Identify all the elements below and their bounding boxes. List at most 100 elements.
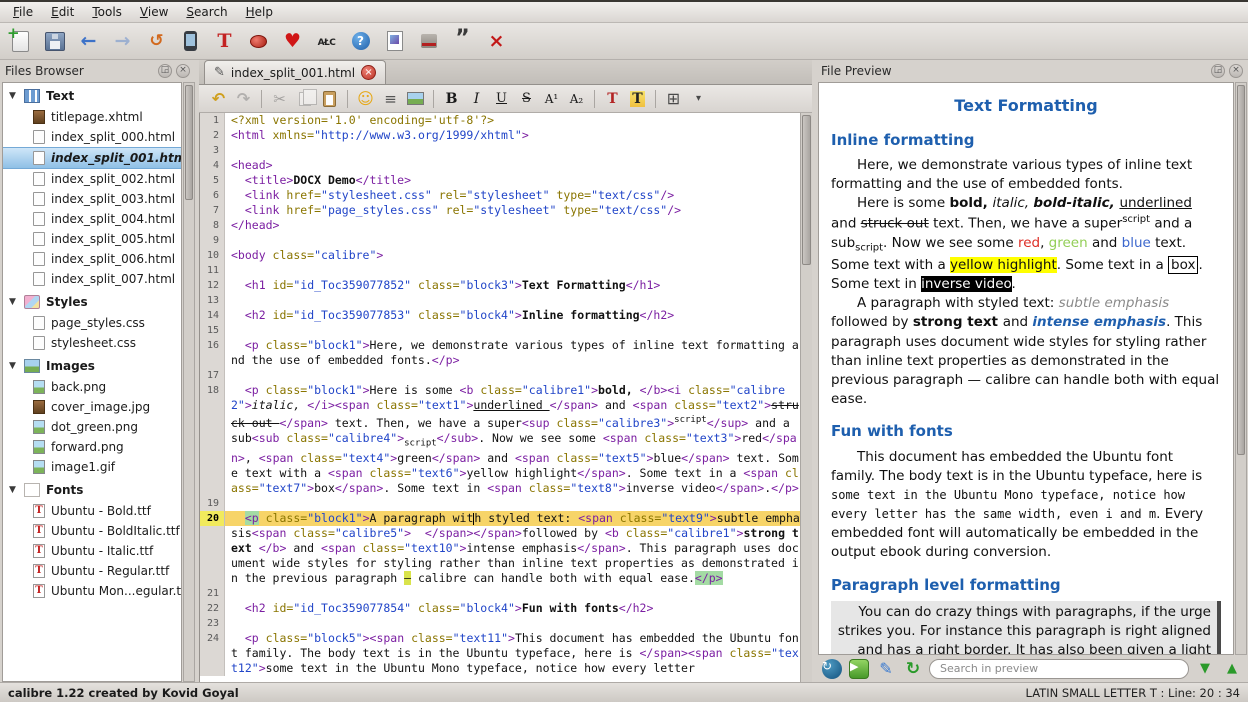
code-line[interactable]: 22 <h2 id="id_Toc359077854" class="block…: [200, 601, 800, 616]
code-line[interactable]: 24 <p class="block5"><span class="text11…: [200, 631, 800, 676]
code-editor[interactable]: 1<?xml version='1.0' encoding='utf-8'?>2…: [199, 113, 812, 682]
edit-toc-icon[interactable]: T: [210, 27, 239, 55]
code-line-text[interactable]: [225, 263, 800, 278]
check-book-icon[interactable]: [244, 27, 273, 55]
spell-check-icon[interactable]: AŁC: [312, 27, 341, 55]
collapse-triangle-icon[interactable]: ▼: [9, 297, 18, 307]
text-color-icon[interactable]: T: [601, 88, 624, 110]
italic-icon[interactable]: I: [465, 88, 488, 110]
new-file-icon[interactable]: +: [6, 27, 35, 55]
code-line[interactable]: 18 <p class="block1">Here is some <b cla…: [200, 383, 800, 496]
code-line[interactable]: 2<html xmlns="http://www.w3.org/1999/xht…: [200, 128, 800, 143]
smarten-punctuation-icon[interactable]: ”: [448, 27, 477, 55]
save-icon[interactable]: [40, 27, 69, 55]
insert-stamp-icon[interactable]: [414, 27, 443, 55]
arrange-icon[interactable]: ≡: [379, 88, 402, 110]
code-line-text[interactable]: <?xml version='1.0' encoding='utf-8'?>: [225, 113, 800, 128]
code-line[interactable]: 21: [200, 586, 800, 601]
cut-icon[interactable]: ✂: [268, 88, 291, 110]
code-line-text[interactable]: [225, 586, 800, 601]
files-section-text[interactable]: ▼Text: [3, 83, 181, 107]
preview-search-input[interactable]: [929, 659, 1189, 679]
code-line[interactable]: 8</head>: [200, 218, 800, 233]
file-item[interactable]: TUbuntu - BoldItalic.ttf: [3, 521, 181, 541]
file-item[interactable]: index_split_006.html: [3, 249, 181, 269]
code-line-text[interactable]: [225, 368, 800, 383]
file-item[interactable]: back.png: [3, 377, 181, 397]
superscript-icon[interactable]: A¹: [540, 88, 563, 110]
code-line-text[interactable]: [225, 143, 800, 158]
code-line[interactable]: 5 <title>DOCX Demo</title>: [200, 173, 800, 188]
code-line-text[interactable]: <title>DOCX Demo</title>: [225, 173, 800, 188]
code-line[interactable]: 15: [200, 323, 800, 338]
code-line-text[interactable]: [225, 323, 800, 338]
refresh-preview-icon[interactable]: ↻: [902, 658, 924, 680]
code-line[interactable]: 1<?xml version='1.0' encoding='utf-8'?>: [200, 113, 800, 128]
collapse-triangle-icon[interactable]: ▼: [9, 361, 18, 371]
live-preview-icon[interactable]: ↻: [821, 658, 843, 680]
files-section-styles[interactable]: ▼Styles: [3, 289, 181, 313]
float-panel-icon[interactable]: ◲: [1211, 64, 1225, 78]
subscript-icon[interactable]: A₂: [565, 88, 588, 110]
file-item[interactable]: image1.gif: [3, 457, 181, 477]
split-edit-icon[interactable]: ✎: [875, 658, 897, 680]
revert-icon[interactable]: ↺: [142, 27, 171, 55]
code-line-text[interactable]: <p class="block1">Here is some <b class=…: [225, 383, 800, 496]
code-line-text[interactable]: </head>: [225, 218, 800, 233]
file-item[interactable]: forward.png: [3, 437, 181, 457]
code-lines[interactable]: 1<?xml version='1.0' encoding='utf-8'?>2…: [200, 113, 800, 682]
back-icon[interactable]: ←: [74, 27, 103, 55]
code-line[interactable]: 23: [200, 616, 800, 631]
table-dropdown-arrow-icon[interactable]: ▾: [687, 88, 710, 110]
code-line[interactable]: 11: [200, 263, 800, 278]
code-line[interactable]: 16 <p class="block1">Here, we demonstrat…: [200, 338, 800, 368]
code-line-text[interactable]: <p class="block1">A paragraph with style…: [225, 511, 800, 586]
file-item[interactable]: TUbuntu - Bold.ttf: [3, 501, 181, 521]
code-line-text[interactable]: <link href="stylesheet.css" rel="stylesh…: [225, 188, 800, 203]
code-line-text[interactable]: <h2 id="id_Toc359077854" class="block4">…: [225, 601, 800, 616]
menu-tools[interactable]: Tools: [83, 3, 131, 21]
donate-icon[interactable]: ♥: [278, 27, 307, 55]
file-item[interactable]: page_styles.css: [3, 313, 181, 333]
files-tree-scrollbar[interactable]: [183, 82, 195, 682]
file-item[interactable]: index_split_001.html: [3, 147, 181, 169]
code-line[interactable]: 12 <h1 id="id_Toc359077852" class="block…: [200, 278, 800, 293]
collapse-triangle-icon[interactable]: ▼: [9, 485, 18, 495]
code-line[interactable]: 17: [200, 368, 800, 383]
file-item[interactable]: titlepage.xhtml: [3, 107, 181, 127]
strikethrough-icon[interactable]: S: [515, 88, 538, 110]
code-line[interactable]: 6 <link href="stylesheet.css" rel="style…: [200, 188, 800, 203]
collapse-triangle-icon[interactable]: ▼: [9, 91, 18, 101]
file-item[interactable]: TUbuntu - Regular.ttf: [3, 561, 181, 581]
code-line[interactable]: 3: [200, 143, 800, 158]
float-panel-icon[interactable]: ◲: [158, 64, 172, 78]
code-line-text[interactable]: <p class="block1">Here, we demonstrate v…: [225, 338, 800, 368]
undo-icon[interactable]: ↶: [207, 88, 230, 110]
menu-file[interactable]: File: [4, 3, 42, 21]
file-item[interactable]: index_split_007.html: [3, 269, 181, 289]
code-line-text[interactable]: [225, 293, 800, 308]
file-item[interactable]: dot_green.png: [3, 417, 181, 437]
run-preview-icon[interactable]: ▶: [848, 658, 870, 680]
find-next-icon[interactable]: ▼: [1194, 658, 1216, 680]
menu-search[interactable]: Search: [177, 3, 236, 21]
insert-image-icon[interactable]: [404, 88, 427, 110]
code-line[interactable]: 9: [200, 233, 800, 248]
code-line-text[interactable]: <body class="calibre">: [225, 248, 800, 263]
remove-unused-icon[interactable]: ×: [482, 27, 511, 55]
redo-icon[interactable]: ↷: [232, 88, 255, 110]
underline-icon[interactable]: U: [490, 88, 513, 110]
tab-close-icon[interactable]: ×: [361, 65, 376, 80]
bold-icon[interactable]: B: [440, 88, 463, 110]
code-line-text[interactable]: <h1 id="id_Toc359077852" class="block3">…: [225, 278, 800, 293]
background-color-icon[interactable]: T: [626, 88, 649, 110]
file-item[interactable]: TUbuntu - Italic.ttf: [3, 541, 181, 561]
code-line[interactable]: 14 <h2 id="id_Toc359077853" class="block…: [200, 308, 800, 323]
code-line-text[interactable]: [225, 496, 800, 511]
code-line-text[interactable]: <html xmlns="http://www.w3.org/1999/xhtm…: [225, 128, 800, 143]
editor-tab[interactable]: ✎ index_split_001.html ×: [204, 60, 386, 84]
code-line[interactable]: 7 <link href="page_styles.css" rel="styl…: [200, 203, 800, 218]
file-item[interactable]: TUbuntu Mon...egular.ttf: [3, 581, 181, 601]
file-item[interactable]: index_split_004.html: [3, 209, 181, 229]
file-item[interactable]: stylesheet.css: [3, 333, 181, 353]
